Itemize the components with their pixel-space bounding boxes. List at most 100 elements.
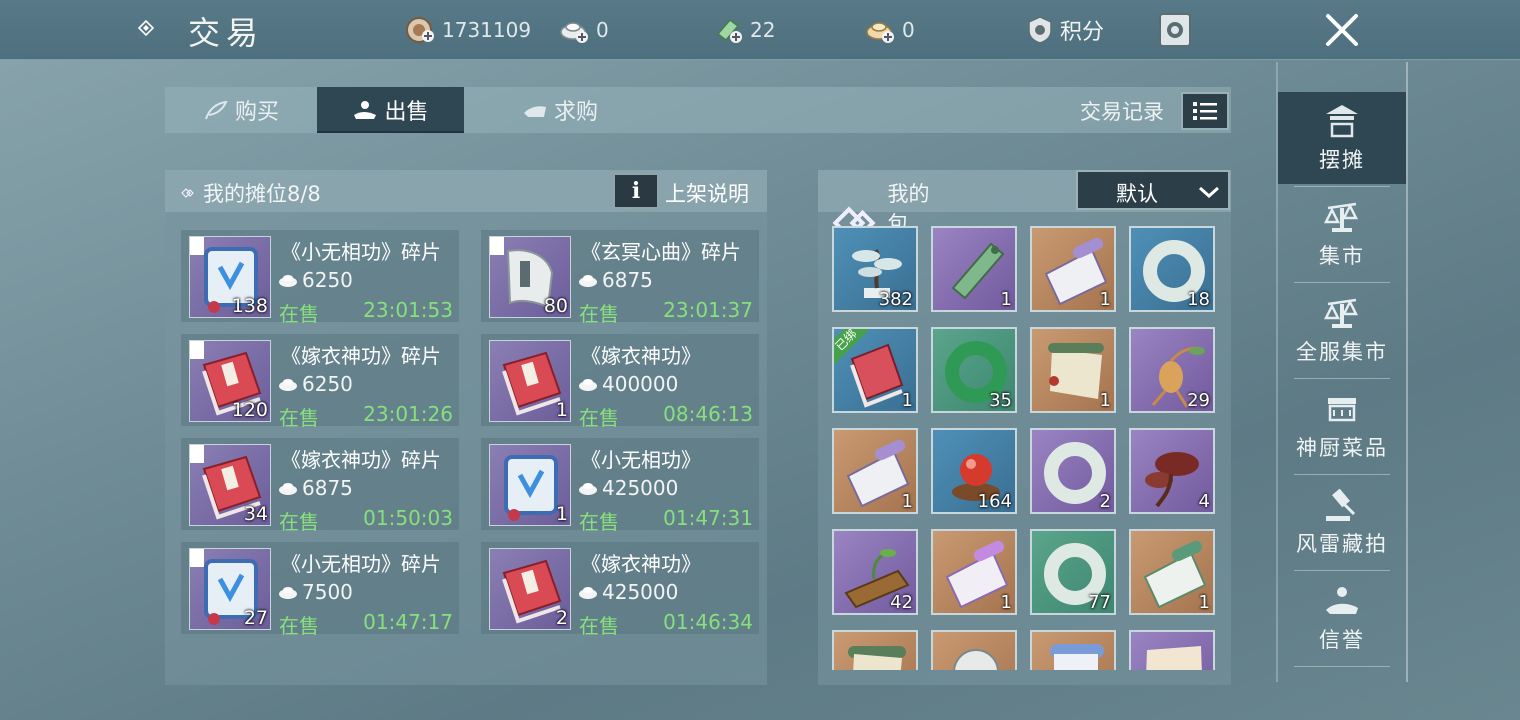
sidebar-item-auction[interactable]: 风雷藏拍 <box>1278 476 1406 568</box>
item-qty: 80 <box>543 295 568 317</box>
item-name: 《小无相功》 <box>581 448 701 472</box>
slot-qty: 1 <box>1198 592 1210 613</box>
stall-item[interactable]: 1 《小无相功》 425000 在售 01:47:31 <box>481 438 759 534</box>
stall-item[interactable]: 120 《嫁衣神功》碎片 6250 在售 23:01:26 <box>181 334 459 430</box>
stall-item[interactable]: 34 《嫁衣神功》碎片 6875 在售 01:50:03 <box>181 438 459 534</box>
points-label: 积分 <box>1060 20 1105 45</box>
stall-item[interactable]: 80 《玄冥心曲》碎片 6875 在售 23:01:37 <box>481 230 759 326</box>
slot-qty: 1 <box>1099 289 1111 310</box>
silver-ingot-icon <box>579 379 597 391</box>
item-name: 《小无相功》碎片 <box>281 552 441 576</box>
slot-qty: 1 <box>1000 592 1012 613</box>
green-jade-ring-icon[interactable]: 35 <box>931 327 1017 413</box>
info-icon[interactable]: i <box>613 173 659 209</box>
purple-scroll-icon[interactable]: 1 <box>931 529 1017 615</box>
sidebar-item-label: 风雷藏拍 <box>1296 532 1388 556</box>
item-qty: 1 <box>555 503 568 525</box>
tab-sell[interactable]: 出售 <box>317 87 464 133</box>
stall-item[interactable]: 1 《嫁衣神功》 400000 在售 08:46:13 <box>481 334 759 430</box>
item-status: 在售 <box>279 510 319 534</box>
sidebar-item-kitchen[interactable]: 神厨菜品 <box>1278 380 1406 472</box>
tab-request[interactable]: 求购 <box>495 87 625 133</box>
ginseng-root-icon[interactable]: 29 <box>1129 327 1215 413</box>
slot-qty: 35 <box>989 390 1012 411</box>
slot-qty: 77 <box>1088 592 1111 613</box>
jade-ring-icon[interactable]: 77 <box>1030 529 1116 615</box>
slot-qty: 1 <box>901 390 913 411</box>
currency-gold-ingot[interactable]: 0 <box>864 14 915 46</box>
jade-ring-icon[interactable]: 18 <box>1129 226 1215 312</box>
sidebar-item-server-market[interactable]: 全服集市 <box>1278 284 1406 376</box>
sprout-wood-icon[interactable]: 42 <box>832 529 918 615</box>
stall-item[interactable]: 27 《小无相功》碎片 7500 在售 01:47:17 <box>181 542 459 638</box>
scroll-book-icon[interactable]: 1 <box>1030 226 1116 312</box>
sidebar-item-reputation[interactable]: 信誉 <box>1278 572 1406 664</box>
stall-title: 我的摊位8/8 <box>203 182 321 206</box>
item-status: 在售 <box>579 614 619 638</box>
green-scroll-icon[interactable]: 1 <box>1030 327 1116 413</box>
item-timer: 23:01:26 <box>363 402 453 426</box>
item-price: 425000 <box>602 580 679 604</box>
top-bar: 交易 1731109 0 22 0 积分 <box>0 0 1520 60</box>
gear-emblem-icon[interactable] <box>1156 10 1194 50</box>
item-status: 在售 <box>579 510 619 534</box>
points-button[interactable]: 积分 <box>1026 14 1104 46</box>
item-name: 《嫁衣神功》 <box>581 344 701 368</box>
feather-icon <box>205 100 228 120</box>
close-icon[interactable] <box>1322 10 1362 50</box>
item-name: 《小无相功》碎片 <box>281 240 441 264</box>
parchment-icon[interactable] <box>1129 630 1215 670</box>
tab-buy[interactable]: 购买 <box>165 87 317 133</box>
trade-log-label[interactable]: 交易记录 <box>1080 96 1164 126</box>
tab-buy-label: 购买 <box>234 100 279 125</box>
lingzhi-mushroom-icon[interactable]: 4 <box>1129 428 1215 514</box>
bound-book-icon[interactable]: 已绑 1 <box>832 327 918 413</box>
item-timer: 23:01:53 <box>363 298 453 322</box>
currency-coin[interactable]: 1731109 <box>404 14 531 46</box>
blue-scroll-icon[interactable] <box>1030 630 1116 670</box>
red-pearl-icon[interactable]: 164 <box>931 428 1017 514</box>
red-book-icon: 34 <box>189 444 271 526</box>
sidebar-item-market[interactable]: 集市 <box>1278 188 1406 280</box>
currency-silver-ingot[interactable]: 0 <box>558 14 609 46</box>
slot-qty: 2 <box>1099 491 1111 512</box>
bonsai-pine-icon[interactable]: 382 <box>832 226 918 312</box>
stall-item[interactable]: 2 《嫁衣神功》 425000 在售 01:46:34 <box>481 542 759 638</box>
sidebar-item-label: 全服集市 <box>1296 340 1388 364</box>
stall-item[interactable]: 138 《小无相功》碎片 6250 在售 23:01:53 <box>181 230 459 326</box>
sidebar-item-label: 摆摊 <box>1319 148 1365 172</box>
silver-ingot-icon <box>579 483 597 495</box>
item-timer: 01:46:34 <box>663 610 753 634</box>
trade-log-button[interactable] <box>1181 92 1229 130</box>
bag-overflow-row <box>818 628 1231 670</box>
jade-ring-icon[interactable]: 2 <box>1030 428 1116 514</box>
scroll-book-icon[interactable]: 1 <box>832 428 918 514</box>
green-scroll-icon[interactable] <box>832 630 918 670</box>
silver-ingot-value: 0 <box>596 18 609 42</box>
listing-info-label[interactable]: 上架说明 <box>665 178 749 208</box>
slot-qty: 29 <box>1187 390 1210 411</box>
sidebar-item-label: 神厨菜品 <box>1296 436 1388 460</box>
compass-scroll-icon[interactable] <box>931 630 1017 670</box>
item-qty: 27 <box>243 607 268 629</box>
item-name: 《玄冥心曲》碎片 <box>581 240 741 264</box>
scale-server-market-icon <box>1323 298 1359 328</box>
jade-pendant-icon[interactable]: 1 <box>931 226 1017 312</box>
item-price: 425000 <box>602 476 679 500</box>
page-title: 交易 <box>188 14 265 52</box>
blue-scroll-icon: 27 <box>189 548 271 630</box>
item-timer: 01:47:31 <box>663 506 753 530</box>
sidebar: 摆摊 集市 全服集市 神厨菜品 风雷藏拍 信誉 <box>1278 62 1406 682</box>
currency-ticket[interactable]: 22 <box>712 14 775 46</box>
slot-qty: 382 <box>878 289 913 310</box>
scale-market-icon <box>1323 202 1359 232</box>
sidebar-item-stall[interactable]: 摆摊 <box>1278 92 1406 184</box>
slot-qty: 1 <box>901 491 913 512</box>
gold-ingot-plus-icon <box>866 22 894 43</box>
tab-request-label: 求购 <box>553 100 598 125</box>
slot-qty: 42 <box>890 592 913 613</box>
sort-dropdown[interactable]: 默认 <box>1076 170 1230 210</box>
green-scroll-icon[interactable]: 1 <box>1129 529 1215 615</box>
tab-sell-label: 出售 <box>384 100 429 125</box>
slot-qty: 1 <box>1000 289 1012 310</box>
